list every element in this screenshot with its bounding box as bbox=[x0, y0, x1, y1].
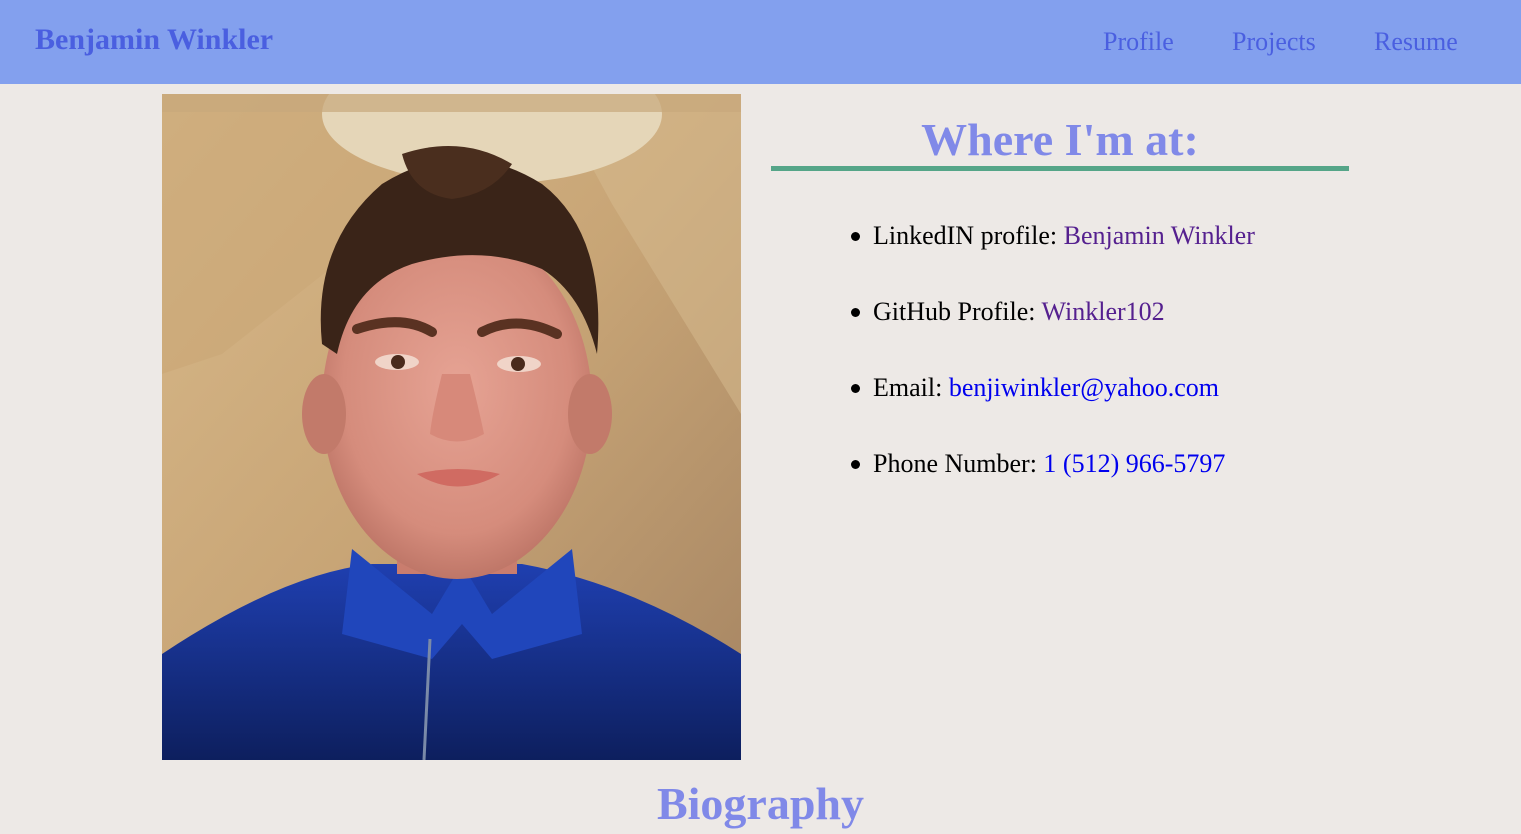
bullet-icon bbox=[851, 232, 860, 241]
nav-link-resume[interactable]: Resume bbox=[1374, 24, 1458, 60]
nav-link-projects[interactable]: Projects bbox=[1232, 24, 1316, 60]
github-label: GitHub Profile: bbox=[873, 297, 1042, 326]
email-link[interactable]: benjiwinkler@yahoo.com bbox=[949, 373, 1219, 402]
phone-link[interactable]: 1 (512) 966-5797 bbox=[1043, 449, 1225, 478]
bullet-icon bbox=[851, 308, 860, 317]
brand-title[interactable]: Benjamin Winkler bbox=[35, 20, 273, 60]
bullet-icon bbox=[851, 460, 860, 469]
heading-divider bbox=[771, 166, 1349, 171]
navbar: Benjamin Winkler Profile Projects Resume bbox=[0, 0, 1521, 84]
linkedin-link[interactable]: Benjamin Winkler bbox=[1064, 221, 1255, 250]
biography-heading: Biography bbox=[656, 778, 865, 829]
github-link[interactable]: Winkler102 bbox=[1042, 297, 1165, 326]
profile-photo bbox=[162, 94, 741, 760]
contact-heading: Where I'm at: bbox=[921, 114, 1199, 165]
nav-link-profile[interactable]: Profile bbox=[1103, 24, 1174, 60]
bullet-icon bbox=[851, 384, 860, 393]
phone-label: Phone Number: bbox=[873, 449, 1044, 478]
email-label: Email: bbox=[873, 373, 949, 402]
linkedin-label: LinkedIN profile: bbox=[873, 221, 1064, 250]
